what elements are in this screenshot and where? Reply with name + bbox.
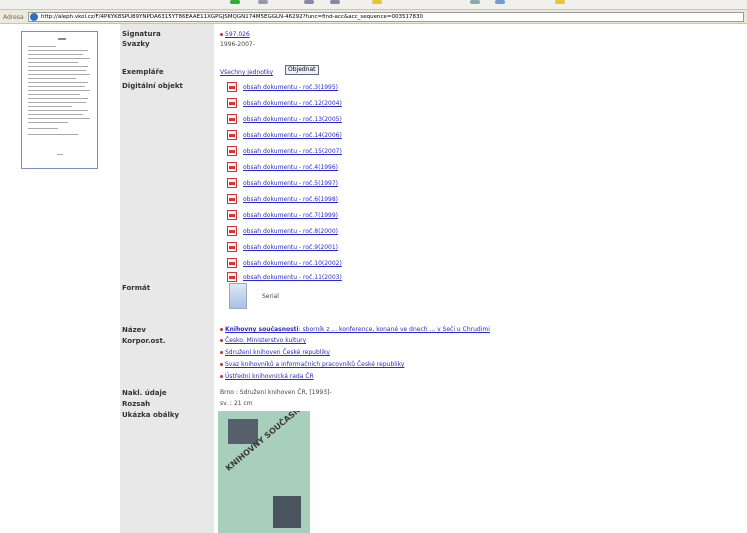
url-field[interactable]: http://aleph.vkol.cz/F/4PKYK8SPU89YNPDA6… <box>28 12 744 22</box>
pdf-icon[interactable] <box>227 272 237 282</box>
digital-object-link[interactable]: obsah dokumentu - roč.15(2007) <box>243 148 342 155</box>
bullet-icon <box>220 375 223 378</box>
pdf-icon[interactable] <box>227 258 237 268</box>
url-text[interactable]: http://aleph.vkol.cz/F/4PKYK8SPU89YNPDA6… <box>41 14 741 20</box>
corporate-link[interactable]: Svaz knihovníků a informačních pracovník… <box>225 361 404 368</box>
address-bar: Adresa http://aleph.vkol.cz/F/4PKYK8SPU8… <box>0 9 747 24</box>
digital-object-link[interactable]: obsah dokumentu - roč.4(1996) <box>243 164 338 171</box>
digital-object-link[interactable]: obsah dokumentu - roč.6(1998) <box>243 196 338 203</box>
serial-format-icon <box>229 283 247 309</box>
digital-object-link[interactable]: obsah dokumentu - roč.7(1999) <box>243 212 338 219</box>
toolbar-icon[interactable] <box>470 0 480 4</box>
label-korpor: Korpor.ost. <box>122 337 166 345</box>
label-digitalni-objekt: Digitální objekt <box>122 82 183 90</box>
toolbar-icon[interactable] <box>304 0 314 4</box>
bullet-icon <box>220 33 223 36</box>
corporate-link[interactable]: Ústřední knihovnická rada ČR <box>225 373 314 380</box>
corporate-link[interactable]: Sdružení knihoven České republiky <box>225 349 330 356</box>
label-column <box>120 24 214 533</box>
bullet-icon <box>220 339 223 342</box>
digital-object-link[interactable]: obsah dokumentu - roč.12(2004) <box>243 100 342 107</box>
bullet-icon <box>220 363 223 366</box>
bullet-icon <box>220 328 223 331</box>
pdf-icon[interactable] <box>227 242 237 252</box>
signatura-link[interactable]: 597.026 <box>225 31 250 38</box>
label-exemplare: Exempláře <box>122 68 164 76</box>
label-signatura: Signatura <box>122 30 161 38</box>
all-items-link[interactable]: Všechny jednotky <box>220 69 273 76</box>
title-value: Knihovny současnosti: sborník z ... konf… <box>225 326 490 333</box>
cover-image: KNIHOVNY SOUČASNOSTI <box>218 411 310 533</box>
toolbar-icon[interactable] <box>555 0 565 4</box>
toolbar-icon[interactable] <box>258 0 268 4</box>
pdf-icon[interactable] <box>227 82 237 92</box>
pdf-icon[interactable] <box>227 130 237 140</box>
format-value: Serial <box>262 293 279 300</box>
address-label: Adresa <box>3 14 24 21</box>
digital-object-link[interactable]: obsah dokumentu - roč.11(2003) <box>243 274 342 281</box>
toolbar-icon[interactable] <box>495 0 505 4</box>
pdf-icon[interactable] <box>227 226 237 236</box>
page-icon <box>30 13 38 21</box>
digital-object-link[interactable]: obsah dokumentu - roč.14(2006) <box>243 132 342 139</box>
document-thumbnail[interactable] <box>21 31 98 169</box>
digital-object-link[interactable]: obsah dokumentu - roč.3(1995) <box>243 84 338 91</box>
pdf-icon[interactable] <box>227 210 237 220</box>
title-link[interactable]: Knihovny současnosti <box>225 326 299 333</box>
label-rozsah: Rozsah <box>122 400 151 408</box>
label-nakl: Nakl. údaje <box>122 389 167 397</box>
extent-value: sv. ; 21 cm <box>220 400 253 407</box>
toolbar-icon[interactable] <box>372 0 382 4</box>
corporate-link[interactable]: Česko. Ministerstvo kultury <box>225 337 306 344</box>
svazky-value: 1996-2007- <box>220 41 255 48</box>
pdf-icon[interactable] <box>227 162 237 172</box>
digital-object-link[interactable]: obsah dokumentu - roč.5(1997) <box>243 180 338 187</box>
digital-object-link[interactable]: obsah dokumentu - roč.9(2001) <box>243 244 338 251</box>
label-nazev: Název <box>122 326 146 334</box>
toolbar-icon[interactable] <box>330 0 340 4</box>
label-svazky: Svazky <box>122 40 150 48</box>
label-format: Formát <box>122 284 151 292</box>
pdf-icon[interactable] <box>227 194 237 204</box>
digital-object-link[interactable]: obsah dokumentu - roč.10(2002) <box>243 260 342 267</box>
toolbar-icon[interactable] <box>230 0 240 4</box>
pdf-icon[interactable] <box>227 146 237 156</box>
cover-photo <box>273 496 301 528</box>
order-button[interactable]: Objednat <box>285 65 319 75</box>
digital-object-link[interactable]: obsah dokumentu - roč.13(2005) <box>243 116 342 123</box>
bullet-icon <box>220 351 223 354</box>
label-ukazka: Ukázka obálky <box>122 411 180 419</box>
publisher-value: Brno : Sdružení knihoven ČR, [1993]- <box>220 389 332 396</box>
title-subtitle[interactable]: : sborník z ... konference, konané ve dn… <box>299 326 490 333</box>
browser-toolbar-strip <box>0 0 747 9</box>
pdf-icon[interactable] <box>227 114 237 124</box>
pdf-icon[interactable] <box>227 98 237 108</box>
pdf-icon[interactable] <box>227 178 237 188</box>
digital-object-link[interactable]: obsah dokumentu - roč.8(2000) <box>243 228 338 235</box>
